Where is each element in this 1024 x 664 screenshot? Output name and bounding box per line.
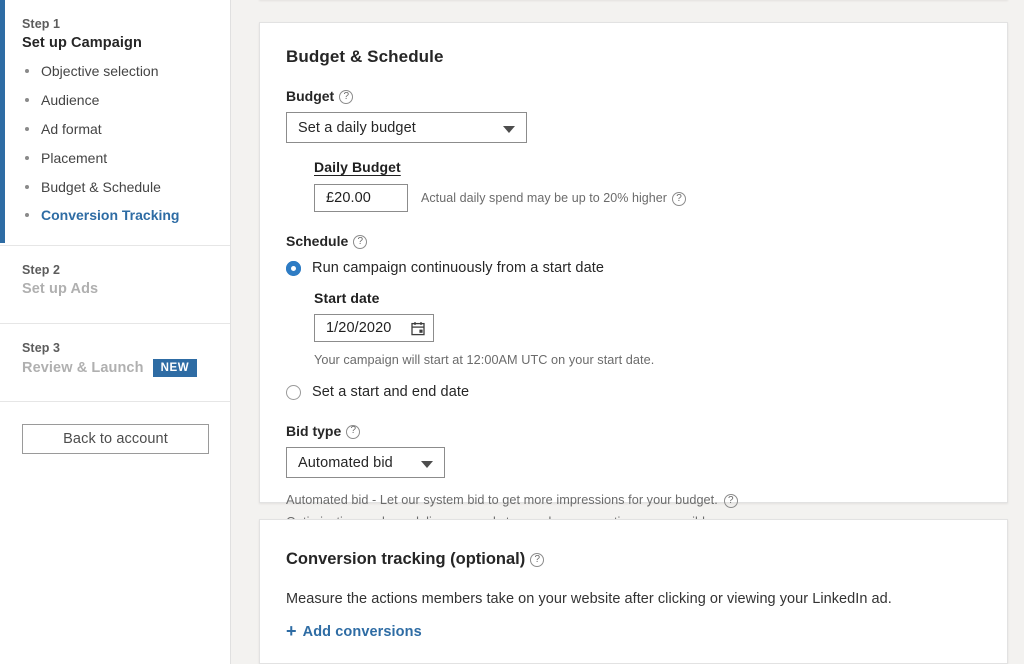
bid-note-line-1: Automated bid - Let our system bid to ge… (286, 491, 981, 511)
conversion-help-icon[interactable]: ? (530, 553, 545, 567)
plus-icon: + (286, 621, 297, 641)
chevron-down-icon (503, 125, 515, 133)
bid-type-select-value: Automated bid (298, 454, 393, 471)
daily-budget-help-icon[interactable]: ? (672, 191, 687, 206)
daily-budget-group: Daily Budget £20.00 Actual daily spend m… (286, 159, 981, 213)
start-date-value: 1/20/2020 (326, 320, 392, 337)
conversion-card-title-row: Conversion tracking (optional) ? (286, 550, 981, 569)
add-conversions-link[interactable]: + Add conversions (286, 621, 422, 641)
radio-continuous-indicator[interactable] (286, 260, 301, 276)
conversion-card-inner: Conversion tracking (optional) ? Measure… (260, 520, 1007, 643)
sidebar-item-audience[interactable]: Audience (22, 91, 214, 108)
bid-type-help-icon[interactable]: ? (346, 424, 361, 439)
sidebar-item-label: Audience (41, 91, 100, 108)
radio-start-end-label: Set a start and end date (312, 384, 470, 401)
budget-label-text: Budget (286, 88, 335, 105)
budget-type-select[interactable]: Set a daily budget (286, 112, 527, 144)
conversion-card-title: Conversion tracking (optional) (286, 550, 526, 568)
chevron-down-icon (421, 460, 433, 468)
calendar-icon[interactable] (411, 321, 425, 336)
main-content: Budget & Schedule Budget ? Set a daily b… (231, 0, 1024, 664)
budget-schedule-card: Budget & Schedule Budget ? Set a daily b… (259, 22, 1008, 529)
step-3-title: Review & Launch (22, 359, 144, 376)
sidebar: Step 1 Set up Campaign Objective selecti… (0, 0, 231, 664)
radio-start-end-date[interactable]: Set a start and end date (286, 384, 981, 400)
budget-card-title: Budget & Schedule (286, 47, 444, 66)
sidebar-item-label: Placement (41, 149, 108, 166)
start-date-note: Your campaign will start at 12:00AM UTC … (314, 353, 655, 368)
new-badge: NEW (152, 358, 198, 377)
bid-type-label-text: Bid type (286, 423, 342, 440)
budget-help-icon[interactable]: ? (339, 89, 354, 104)
sidebar-item-placement[interactable]: Placement (22, 149, 214, 166)
bid-type-select[interactable]: Automated bid (286, 447, 445, 479)
start-date-input[interactable]: 1/20/2020 (314, 314, 434, 343)
sidebar-item-objective-selection[interactable]: Objective selection (22, 63, 214, 79)
daily-budget-hint: Actual daily spend may be up to 20% high… (421, 191, 687, 206)
sidebar-item-label: Budget & Schedule (41, 178, 161, 195)
radio-continuous-label: Run campaign continuously from a start d… (312, 260, 605, 277)
sidebar-item-label: Ad format (41, 120, 102, 137)
step-3-title-row: Review & Launch NEW (22, 358, 214, 377)
conversion-card-description: Measure the actions members take on your… (286, 591, 892, 607)
daily-budget-hint-text: Actual daily spend may be up to 20% high… (421, 191, 668, 206)
sidebar-item-conversion-tracking[interactable]: Conversion Tracking (22, 208, 214, 223)
radio-run-continuously[interactable]: Run campaign continuously from a start d… (286, 260, 981, 276)
budget-card-inner: Budget & Schedule Budget ? Set a daily b… (260, 47, 1007, 532)
budget-type-select-value: Set a daily budget (298, 119, 416, 136)
budget-field-label: Budget ? (286, 88, 981, 104)
step-1-nav-list: Objective selection Audience Ad format P… (22, 63, 214, 245)
conversion-tracking-card: Conversion tracking (optional) ? Measure… (259, 519, 1008, 664)
step-1-title: Set up Campaign (22, 35, 142, 51)
back-button-container: Back to account (0, 402, 230, 454)
sidebar-item-ad-format[interactable]: Ad format (22, 120, 214, 137)
bid-note-line-1-text: Automated bid - Let our system bid to ge… (286, 493, 718, 508)
daily-budget-row: £20.00 Actual daily spend may be up to 2… (314, 184, 981, 213)
daily-budget-label: Daily Budget (314, 159, 401, 176)
sidebar-step-3[interactable]: Step 3 Review & Launch NEW (0, 322, 230, 401)
daily-budget-input[interactable]: £20.00 (314, 184, 408, 213)
linkedin-campaign-manager-page: Step 1 Set up Campaign Objective selecti… (0, 0, 1024, 664)
schedule-field-label: Schedule ? (286, 233, 981, 249)
sidebar-step-2[interactable]: Step 2 Set up Ads (0, 244, 230, 323)
step-2-label: Step 2 (22, 262, 61, 277)
sidebar-item-label: Objective selection (41, 63, 159, 79)
radio-start-end-indicator[interactable] (286, 384, 301, 400)
bid-note-help-icon[interactable]: ? (723, 494, 738, 509)
step-3-label: Step 3 (22, 340, 61, 355)
schedule-label-text: Schedule (286, 233, 349, 250)
sidebar-item-budget-schedule[interactable]: Budget & Schedule (22, 178, 214, 195)
sidebar-step-1: Step 1 Set up Campaign Objective selecti… (0, 0, 230, 245)
add-conversions-label: Add conversions (302, 624, 422, 640)
step-2-title: Set up Ads (22, 280, 99, 297)
step-1-label: Step 1 (22, 17, 61, 31)
schedule-help-icon[interactable]: ? (353, 234, 368, 249)
start-date-label: Start date (314, 290, 380, 307)
back-to-account-button[interactable]: Back to account (22, 423, 209, 454)
start-date-group: Start date 1/20/2020 Your campaign will … (286, 290, 981, 371)
sidebar-item-label: Conversion Tracking (41, 207, 180, 224)
bid-type-field-label: Bid type ? (286, 423, 981, 439)
